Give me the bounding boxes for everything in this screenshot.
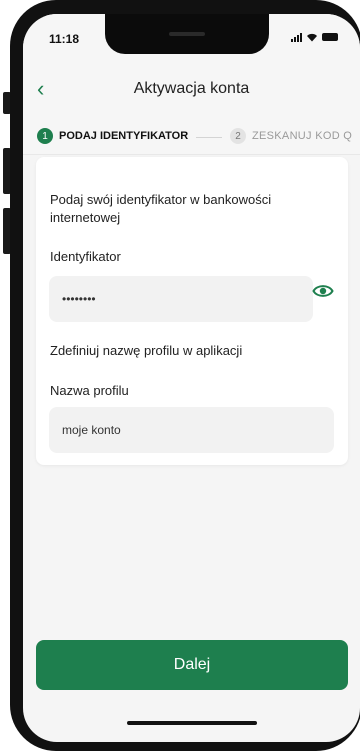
identifier-input[interactable]: •••••••• bbox=[49, 276, 313, 322]
step-connector bbox=[196, 137, 222, 138]
step-label: PODAJ IDENTYFIKATOR bbox=[59, 130, 189, 142]
profile-intro: Zdefiniuj nazwę profilu w aplikacji bbox=[50, 343, 243, 358]
step-label: ZESKANUJ KOD Q bbox=[252, 130, 353, 142]
page-title: Aktywacja konta bbox=[133, 80, 250, 97]
next-button[interactable]: Dalej bbox=[36, 640, 348, 690]
status-bar: 11:18 bbox=[23, 14, 360, 58]
screen: 11:18 ‹ Aktywacja konta 1 PODAJ IDENTYFI… bbox=[23, 14, 360, 742]
home-indicator bbox=[127, 721, 257, 725]
form-card: Podaj swój identyfikator w bankowości in… bbox=[36, 157, 348, 465]
profile-name-input[interactable]: moje konto bbox=[49, 407, 334, 453]
app-header: ‹ Aktywacja konta bbox=[23, 58, 360, 120]
profile-label: Nazwa profilu bbox=[50, 383, 129, 398]
identifier-intro: Podaj swój identyfikator w bankowości in… bbox=[50, 192, 272, 225]
eye-icon[interactable] bbox=[312, 283, 334, 299]
stepper: 1 PODAJ IDENTYFIKATOR 2 ZESKANUJ KOD Q bbox=[23, 120, 360, 155]
notch bbox=[105, 14, 269, 54]
step-number: 1 bbox=[37, 128, 53, 144]
step-number: 2 bbox=[230, 128, 246, 144]
status-time: 11:18 bbox=[49, 32, 80, 46]
signal-icon bbox=[291, 32, 302, 42]
battery-icon bbox=[322, 33, 338, 41]
identifier-label: Identyfikator bbox=[50, 249, 121, 264]
status-icons bbox=[291, 32, 338, 42]
step-2: 2 ZESKANUJ KOD Q bbox=[230, 128, 352, 144]
step-1: 1 PODAJ IDENTYFIKATOR bbox=[37, 128, 188, 144]
wifi-icon bbox=[307, 33, 317, 41]
